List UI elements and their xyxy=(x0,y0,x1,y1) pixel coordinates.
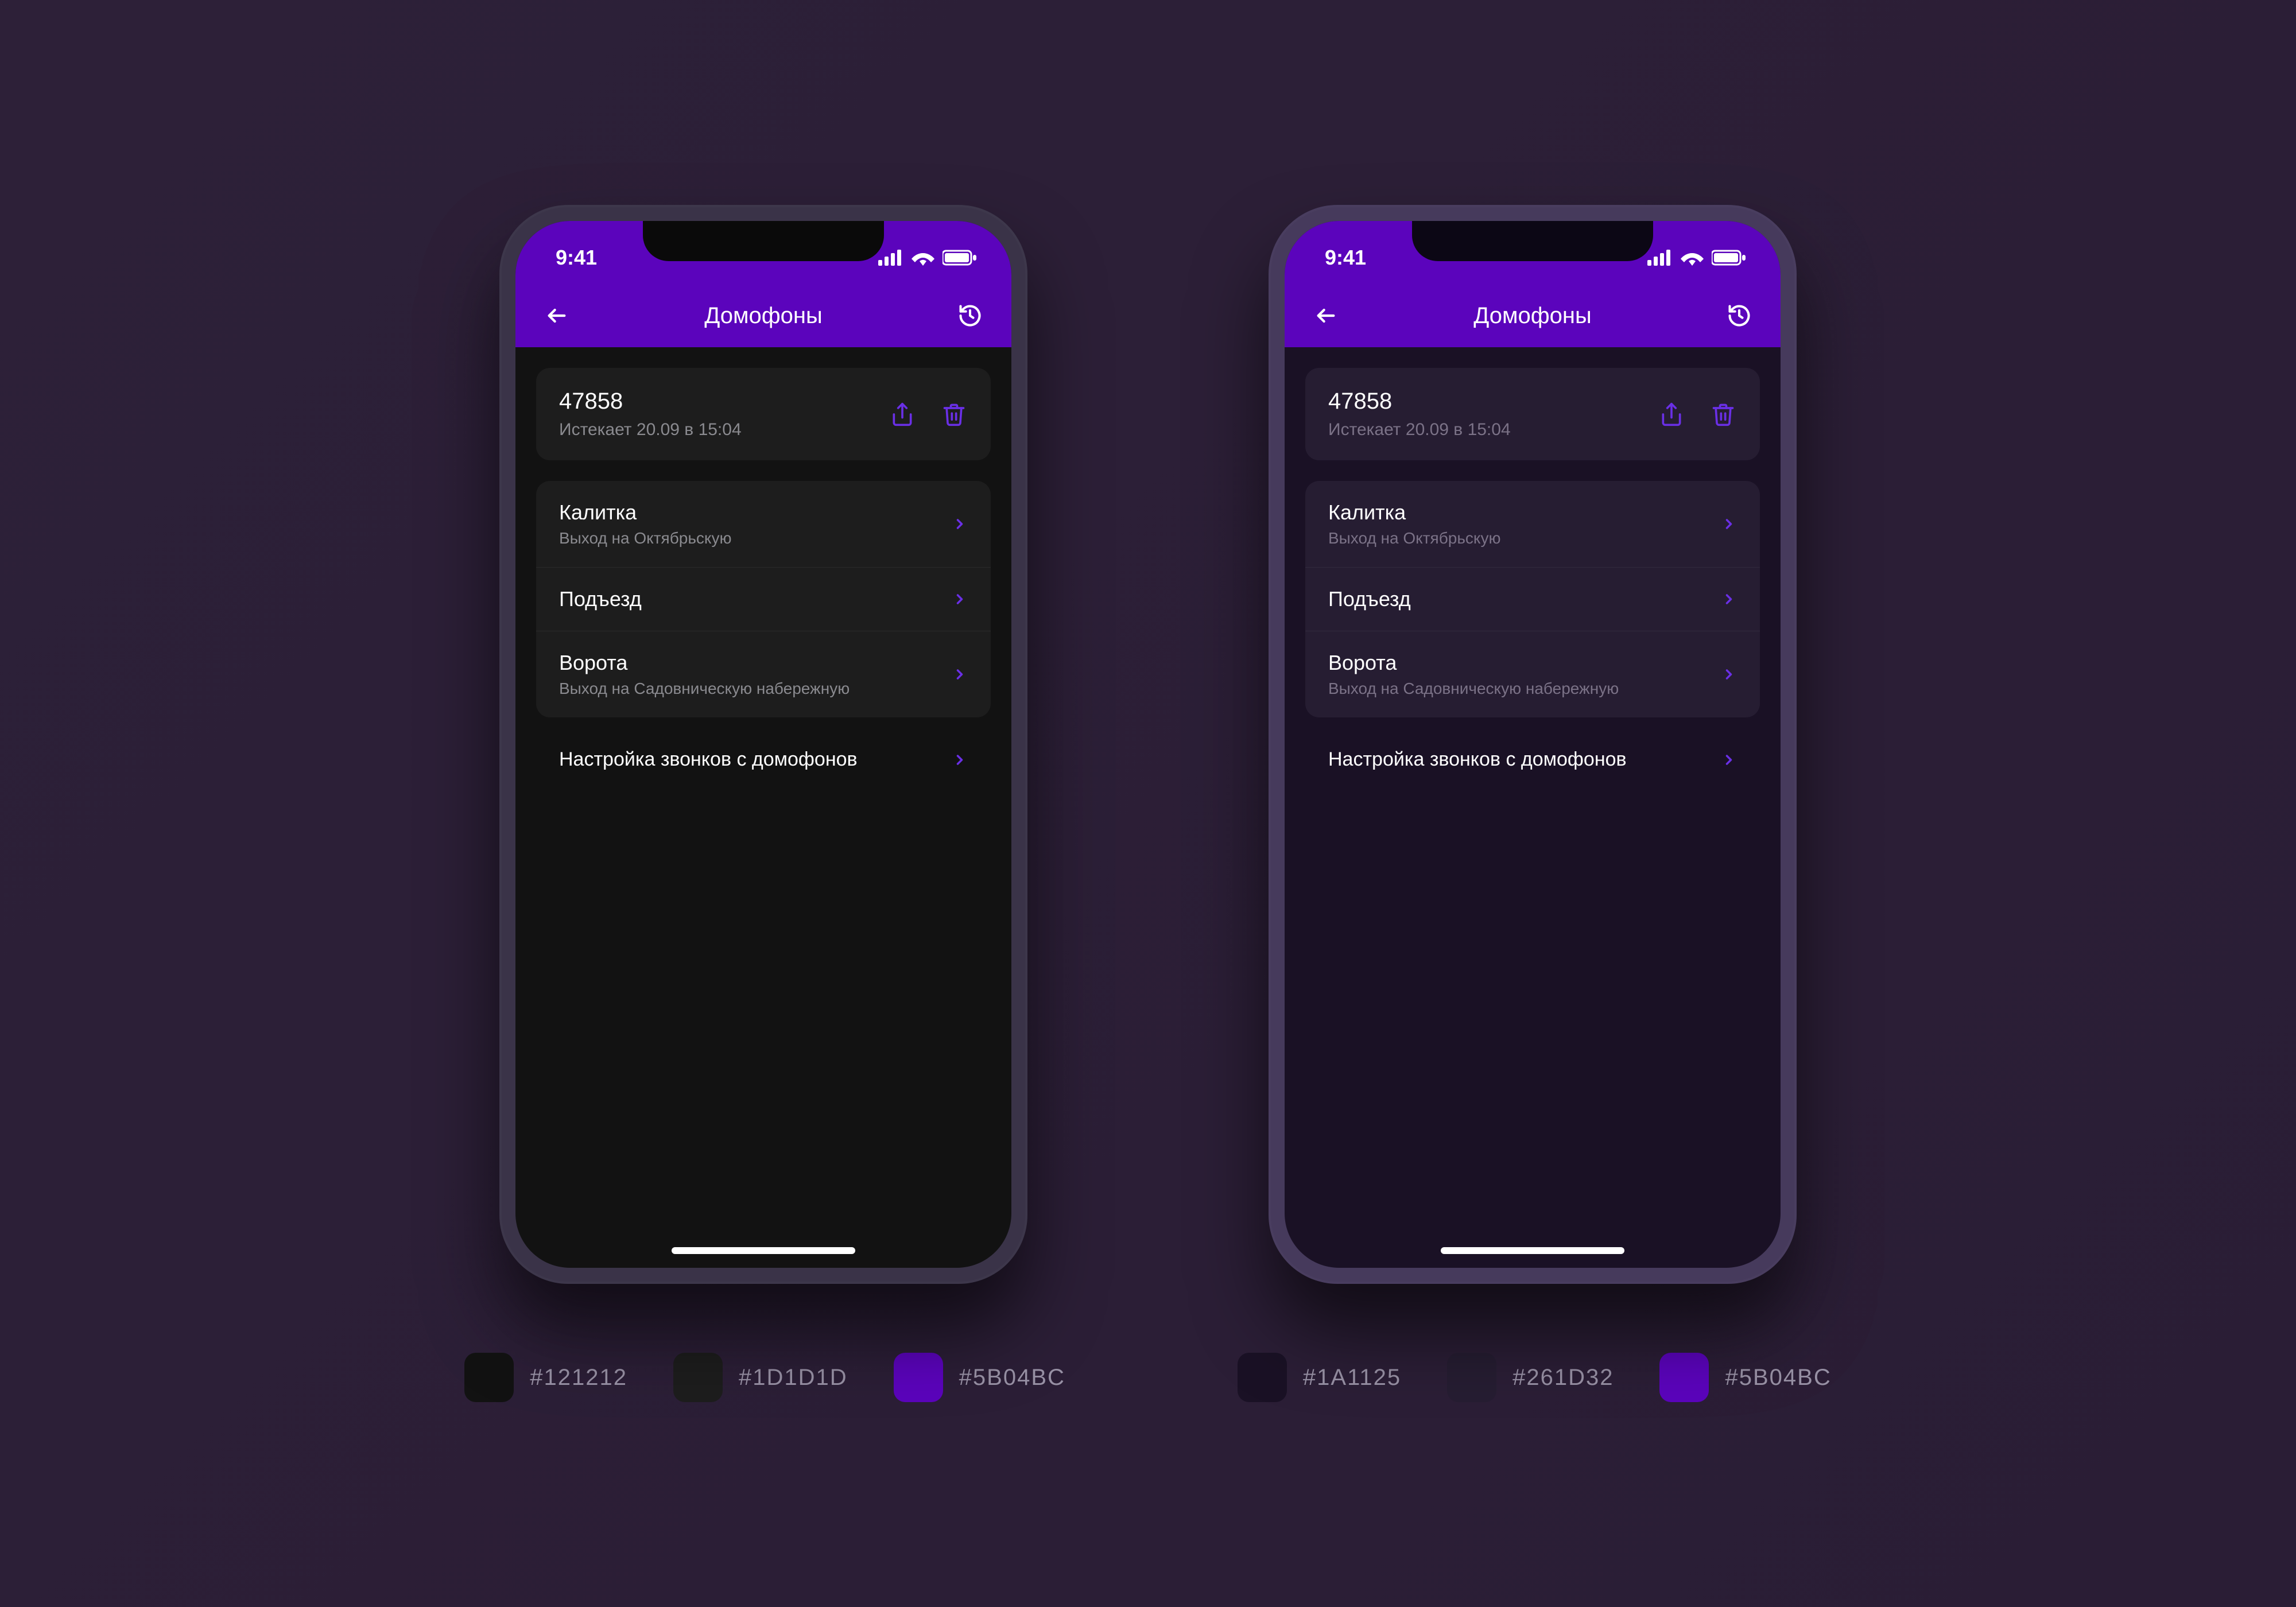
settings-label: Настройка звонков с домофонов xyxy=(1328,748,1627,771)
code-value: 47858 xyxy=(1328,389,1511,414)
palette-group-purple: #1A1125 #261D32 #5B04BC xyxy=(1238,1353,1832,1402)
phone-mockup-dark: 9:41 Домофоны xyxy=(499,205,1027,1284)
entry-title: Ворота xyxy=(1328,651,1619,675)
notch xyxy=(643,221,884,261)
signal-icon xyxy=(878,250,903,266)
entry-row-gate[interactable]: Калитка Выход на Октябрьскую xyxy=(1305,481,1760,568)
status-icons xyxy=(1647,250,1746,266)
code-actions xyxy=(1658,401,1737,428)
chevron-right-icon xyxy=(1721,591,1737,607)
page-title: Домофоны xyxy=(573,303,954,329)
entry-title: Калитка xyxy=(559,500,731,525)
chevron-right-icon xyxy=(1721,666,1737,682)
swatch-item: #5B04BC xyxy=(894,1353,1065,1402)
phones-stage: 9:41 Домофоны xyxy=(499,205,1797,1284)
swatch-label: #5B04BC xyxy=(1725,1365,1831,1391)
entries-list: Калитка Выход на Октябрьскую Подъезд xyxy=(1305,481,1760,717)
swatch-item: #261D32 xyxy=(1447,1353,1614,1402)
share-button[interactable] xyxy=(1658,401,1685,428)
navbar: Домофоны xyxy=(515,284,1011,347)
settings-label: Настройка звонков с домофонов xyxy=(559,748,858,771)
color-swatch xyxy=(1659,1353,1709,1402)
color-swatch xyxy=(1447,1353,1496,1402)
phone-mockup-purple: 9:41 Домофоны xyxy=(1269,205,1797,1284)
swatch-item: #1A1125 xyxy=(1238,1353,1401,1402)
swatch-label: #1A1125 xyxy=(1303,1365,1401,1391)
history-button[interactable] xyxy=(954,300,986,332)
history-button[interactable] xyxy=(1723,300,1755,332)
entry-subtitle: Выход на Октябрьскую xyxy=(559,529,731,548)
content: 47858 Истекает 20.09 в 15:04 xyxy=(515,347,1011,811)
code-info: 47858 Истекает 20.09 в 15:04 xyxy=(559,389,742,440)
battery-icon xyxy=(943,250,977,266)
entry-row-vehicle-gate[interactable]: Ворота Выход на Садовническую набережную xyxy=(536,631,991,717)
content: 47858 Истекает 20.09 в 15:04 xyxy=(1285,347,1781,811)
wifi-icon xyxy=(1681,250,1704,266)
status-time: 9:41 xyxy=(556,246,597,270)
settings-row[interactable]: Настройка звонков с домофонов xyxy=(536,729,991,790)
back-button[interactable] xyxy=(1310,300,1342,332)
code-expiry: Истекает 20.09 в 15:04 xyxy=(1328,420,1511,440)
color-swatch xyxy=(894,1353,943,1402)
status-icons xyxy=(878,250,977,266)
swatch-label: #261D32 xyxy=(1512,1365,1614,1391)
entry-title: Подъезд xyxy=(1328,587,1411,611)
delete-button[interactable] xyxy=(940,401,968,428)
entry-title: Калитка xyxy=(1328,500,1500,525)
code-info: 47858 Истекает 20.09 в 15:04 xyxy=(1328,389,1511,440)
chevron-right-icon xyxy=(952,666,968,682)
signal-icon xyxy=(1647,250,1673,266)
chevron-right-icon xyxy=(952,752,968,768)
entry-title: Ворота xyxy=(559,651,850,675)
home-indicator[interactable] xyxy=(672,1247,855,1254)
access-code-card: 47858 Истекает 20.09 в 15:04 xyxy=(1305,368,1760,460)
palette-group-dark: #121212 #1D1D1D #5B04BC xyxy=(464,1353,1065,1402)
chevron-right-icon xyxy=(1721,752,1737,768)
entry-title: Подъезд xyxy=(559,587,642,611)
entry-row-entrance[interactable]: Подъезд xyxy=(1305,568,1760,631)
entry-subtitle: Выход на Садовническую набережную xyxy=(1328,680,1619,698)
settings-row[interactable]: Настройка звонков с домофонов xyxy=(1305,729,1760,790)
screen-dark: 9:41 Домофоны xyxy=(515,221,1011,1268)
swatch-label: #5B04BC xyxy=(959,1365,1065,1391)
color-swatch xyxy=(1238,1353,1287,1402)
chevron-right-icon xyxy=(952,591,968,607)
battery-icon xyxy=(1712,250,1746,266)
chevron-right-icon xyxy=(952,516,968,532)
share-button[interactable] xyxy=(889,401,916,428)
color-swatch xyxy=(673,1353,723,1402)
color-swatch xyxy=(464,1353,514,1402)
swatch-label: #121212 xyxy=(530,1365,627,1391)
swatch-item: #1D1D1D xyxy=(673,1353,848,1402)
entry-row-gate[interactable]: Калитка Выход на Октябрьскую xyxy=(536,481,991,568)
code-value: 47858 xyxy=(559,389,742,414)
notch xyxy=(1412,221,1653,261)
entries-list: Калитка Выход на Октябрьскую Подъезд xyxy=(536,481,991,717)
navbar: Домофоны xyxy=(1285,284,1781,347)
chevron-right-icon xyxy=(1721,516,1737,532)
wifi-icon xyxy=(912,250,934,266)
screen-purple: 9:41 Домофоны xyxy=(1285,221,1781,1268)
home-indicator[interactable] xyxy=(1441,1247,1624,1254)
swatch-item: #5B04BC xyxy=(1659,1353,1831,1402)
access-code-card: 47858 Истекает 20.09 в 15:04 xyxy=(536,368,991,460)
palette-row: #121212 #1D1D1D #5B04BC #1A1125 #261D32 … xyxy=(0,1353,2296,1402)
code-expiry: Истекает 20.09 в 15:04 xyxy=(559,420,742,440)
swatch-item: #121212 xyxy=(464,1353,627,1402)
swatch-label: #1D1D1D xyxy=(739,1365,848,1391)
entry-subtitle: Выход на Октябрьскую xyxy=(1328,529,1500,548)
entry-row-entrance[interactable]: Подъезд xyxy=(536,568,991,631)
code-actions xyxy=(889,401,968,428)
page-title: Домофоны xyxy=(1342,303,1723,329)
status-time: 9:41 xyxy=(1325,246,1366,270)
entry-row-vehicle-gate[interactable]: Ворота Выход на Садовническую набережную xyxy=(1305,631,1760,717)
delete-button[interactable] xyxy=(1709,401,1737,428)
back-button[interactable] xyxy=(541,300,573,332)
entry-subtitle: Выход на Садовническую набережную xyxy=(559,680,850,698)
